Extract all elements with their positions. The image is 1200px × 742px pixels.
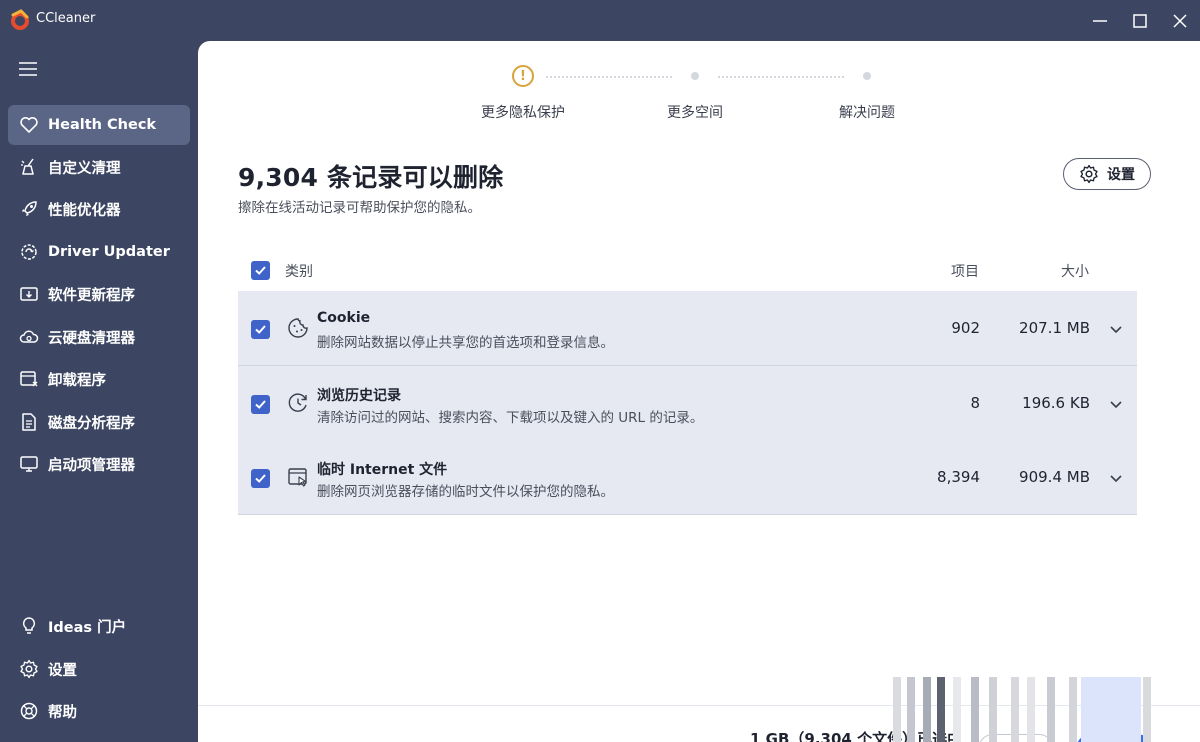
broom-icon xyxy=(18,156,40,178)
row-description: 清除访问过的网站、搜索内容、下载项以及键入的 URL 的记录。 xyxy=(317,410,704,426)
column-header-size: 大小 xyxy=(1061,264,1089,280)
sidebar-item-label: 设置 xyxy=(48,662,77,679)
rocket-icon xyxy=(18,198,40,220)
gear-icon xyxy=(18,658,40,680)
cookie-icon xyxy=(286,316,310,340)
chevron-down-icon[interactable] xyxy=(1109,321,1123,335)
row-item-count: 902 xyxy=(951,319,980,337)
maximize-button[interactable] xyxy=(1127,8,1153,34)
row-description: 删除网页浏览器存储的临时文件以保护您的隐私。 xyxy=(317,484,614,500)
sidebar-item-label: Driver Updater xyxy=(48,244,170,260)
row-checkbox[interactable] xyxy=(251,469,270,488)
uninstall-icon xyxy=(18,368,40,390)
row-description: 删除网站数据以停止共享您的首选项和登录信息。 xyxy=(317,335,614,351)
sidebar-item-performance[interactable]: 性能优化器 xyxy=(8,189,190,229)
row-size: 909.4 MB xyxy=(1019,468,1090,486)
sidebar-item-label: 帮助 xyxy=(48,704,77,721)
step-space[interactable]: 更多空间 xyxy=(625,102,765,122)
ccleaner-logo-icon xyxy=(9,9,31,31)
settings-button-label: 设置 xyxy=(1107,167,1135,183)
select-all-checkbox[interactable] xyxy=(251,261,270,280)
row-item-count: 8,394 xyxy=(937,468,980,486)
step-connector xyxy=(546,76,672,78)
hamburger-menu-icon[interactable] xyxy=(17,60,39,78)
sidebar-item-help[interactable]: 帮助 xyxy=(8,691,190,731)
lightbulb-icon xyxy=(18,615,40,637)
sidebar-item-label: 性能优化器 xyxy=(48,202,121,219)
sidebar-item-uninstaller[interactable]: 卸载程序 xyxy=(8,359,190,399)
main-panel: ! 更多隐私保护 更多空间 解决问题 9,304 条记录可以删除 擦除在线活动记… xyxy=(198,41,1200,742)
sidebar-item-label: 软件更新程序 xyxy=(48,287,135,304)
chevron-down-icon[interactable] xyxy=(1109,470,1123,484)
table-row[interactable]: 临时 Internet 文件 删除网页浏览器存储的临时文件以保护您的隐私。 8,… xyxy=(238,440,1137,515)
step-dot xyxy=(863,72,871,80)
row-checkbox[interactable] xyxy=(251,395,270,414)
row-title: 临时 Internet 文件 xyxy=(317,462,448,478)
help-icon xyxy=(18,700,40,722)
sidebar-item-label: 云硬盘清理器 xyxy=(48,330,135,347)
step-connector xyxy=(718,76,844,78)
sidebar-item-cloud-cleaner[interactable]: 云硬盘清理器 xyxy=(8,317,190,357)
browser-file-icon xyxy=(286,465,310,489)
disk-analysis-icon xyxy=(18,411,40,433)
sidebar-item-software-updater[interactable]: 软件更新程序 xyxy=(8,274,190,314)
step-dot xyxy=(691,72,699,80)
gear-icon xyxy=(1079,164,1099,184)
table-row[interactable]: Cookie 删除网站数据以停止共享您的首选项和登录信息。 902 207.1 … xyxy=(238,291,1137,366)
step-privacy[interactable]: 更多隐私保护 xyxy=(453,102,593,122)
sidebar-item-settings[interactable]: 设置 xyxy=(8,649,190,689)
step-warning-icon: ! xyxy=(512,65,534,87)
history-icon xyxy=(286,391,310,415)
settings-button[interactable]: 设置 xyxy=(1063,158,1151,190)
sidebar-item-driver-updater[interactable]: Driver Updater xyxy=(8,232,190,272)
row-checkbox[interactable] xyxy=(251,320,270,339)
row-size: 207.1 MB xyxy=(1019,319,1090,337)
sidebar-item-custom-clean[interactable]: 自定义清理 xyxy=(8,147,190,187)
cloud-gear-icon xyxy=(18,326,40,348)
sidebar-item-label: 自定义清理 xyxy=(48,160,121,177)
chevron-down-icon[interactable] xyxy=(1109,396,1123,410)
sidebar-item-label: 磁盘分析程序 xyxy=(48,415,135,432)
page-title: 9,304 条记录可以删除 xyxy=(238,163,504,192)
close-button[interactable] xyxy=(1167,8,1193,34)
heart-icon xyxy=(18,114,40,136)
sidebar-item-startup-manager[interactable]: 启动项管理器 xyxy=(8,444,190,484)
gear-refresh-icon xyxy=(18,241,40,263)
app-title: CCleaner xyxy=(36,11,96,26)
sidebar: Health Check 自定义清理 性能优化器 Driver Updater … xyxy=(0,40,198,742)
row-title: Cookie xyxy=(317,310,371,326)
page-subtitle: 擦除在线活动记录可帮助保护您的隐私。 xyxy=(238,200,481,216)
sidebar-item-label: 卸载程序 xyxy=(48,372,106,389)
sidebar-item-ideas-portal[interactable]: Ideas 门户 xyxy=(8,606,190,646)
sidebar-item-label: 启动项管理器 xyxy=(48,457,135,474)
title-bar: CCleaner xyxy=(0,0,1200,40)
step-fix-issues[interactable]: 解决问题 xyxy=(797,102,937,122)
sidebar-item-disk-analyzer[interactable]: 磁盘分析程序 xyxy=(8,402,190,442)
monitor-icon xyxy=(18,453,40,475)
table-row[interactable]: 浏览历史记录 清除访问过的网站、搜索内容、下载项以及键入的 URL 的记录。 8… xyxy=(238,366,1137,441)
row-size: 196.6 KB xyxy=(1022,394,1090,412)
row-title: 浏览历史记录 xyxy=(317,388,401,404)
row-item-count: 8 xyxy=(970,394,980,412)
software-update-icon xyxy=(18,283,40,305)
column-header-category: 类别 xyxy=(285,264,313,280)
minimize-button[interactable] xyxy=(1087,8,1113,34)
column-header-items: 项目 xyxy=(951,264,979,280)
sidebar-item-label: Ideas 门户 xyxy=(48,619,127,636)
table-header: 类别 项目 大小 xyxy=(238,251,1137,291)
sidebar-item-health-check[interactable]: Health Check xyxy=(8,105,190,145)
sidebar-item-label: Health Check xyxy=(48,117,157,133)
